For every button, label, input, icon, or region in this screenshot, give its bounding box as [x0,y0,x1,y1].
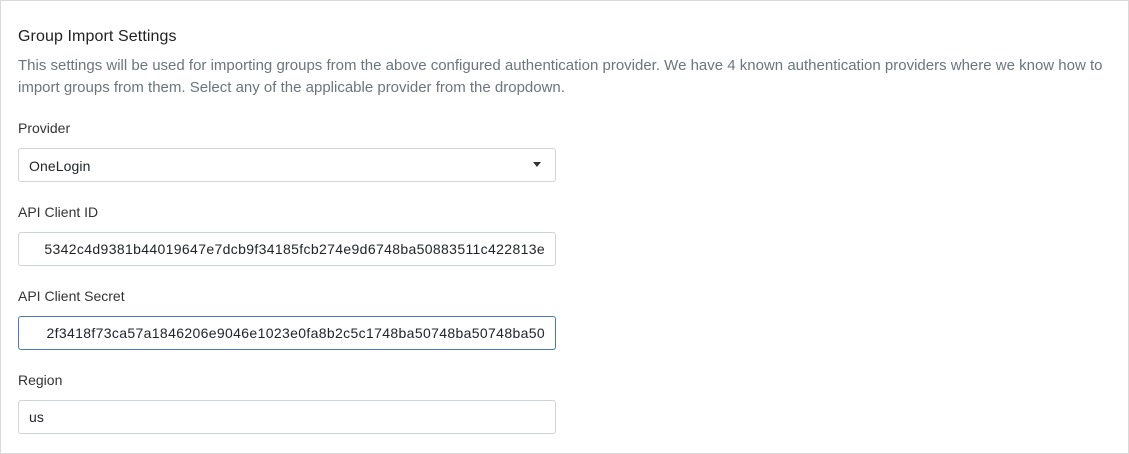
api-client-id-value: 5342c4d9381b44019647e7dcb9f34185fcb274e9… [44,241,545,257]
region-input[interactable]: us [18,400,556,434]
caret-down-icon [533,162,541,167]
section-description: This settings will be used for importing… [18,57,1103,96]
section-title: Group Import Settings [18,28,177,45]
api-client-id-input[interactable]: 5342c4d9381b44019647e7dcb9f34185fcb274e9… [18,232,556,266]
api-client-secret-value: 2f3418f73ca57a1846206e9046e1023e0fa8b2c5… [46,325,545,341]
api-client-secret-input[interactable]: 2f3418f73ca57a1846206e9046e1023e0fa8b2c5… [18,316,556,350]
provider-label: Provider [18,120,71,136]
provider-select[interactable]: OneLogin [18,148,556,182]
api-client-id-label: API Client ID [18,204,99,220]
group-import-settings-panel: Group Import Settings This settings will… [0,0,1129,454]
region-label: Region [18,372,63,388]
provider-selected-value: OneLogin [29,158,91,174]
api-client-secret-label: API Client Secret [18,288,125,304]
region-value: us [29,409,44,425]
